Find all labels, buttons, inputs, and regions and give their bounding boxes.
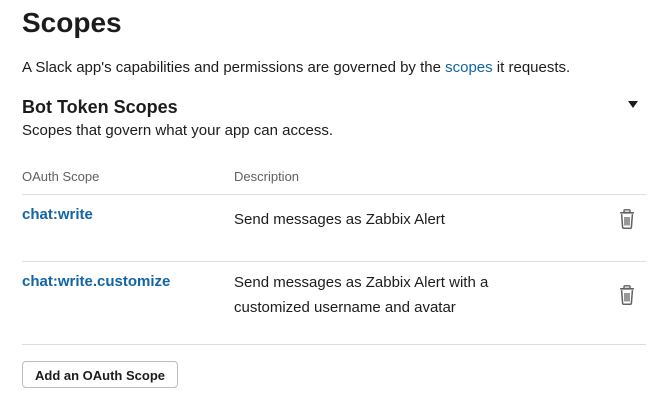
caret-down-icon[interactable] xyxy=(628,101,638,108)
scopes-link[interactable]: scopes xyxy=(445,59,493,76)
scope-name[interactable]: chat:write.customize xyxy=(22,272,170,292)
table-divider xyxy=(22,344,646,345)
scope-name[interactable]: chat:write xyxy=(22,205,93,225)
scope-description: Send messages as Zabbix Alert xyxy=(234,207,534,232)
table-divider xyxy=(22,194,646,195)
column-header-description: Description xyxy=(234,169,300,184)
trash-icon[interactable] xyxy=(618,285,636,305)
intro-text-end: it requests. xyxy=(492,59,571,76)
intro-text: A Slack app's capabilities and permissio… xyxy=(22,58,570,78)
column-header-oauth-scope: OAuth Scope xyxy=(22,169,100,184)
bot-token-scopes-subtitle: Scopes that govern what your app can acc… xyxy=(22,122,334,139)
scope-description: Send messages as Zabbix Alert with a cus… xyxy=(234,270,534,320)
bot-token-scopes-title: Bot Token Scopes xyxy=(22,97,178,117)
trash-icon[interactable] xyxy=(618,209,636,229)
scope-description-line: Send messages as Zabbix Alert xyxy=(234,211,445,228)
add-oauth-scope-button[interactable]: Add an OAuth Scope xyxy=(22,361,178,388)
page-title: Scopes xyxy=(22,7,122,38)
scope-description-line: Send messages as Zabbix Alert with a xyxy=(234,274,489,291)
table-divider xyxy=(22,261,646,262)
intro-text-start: A Slack app's capabilities and permissio… xyxy=(22,59,446,76)
scope-description-line: customized username and avatar xyxy=(234,299,456,316)
